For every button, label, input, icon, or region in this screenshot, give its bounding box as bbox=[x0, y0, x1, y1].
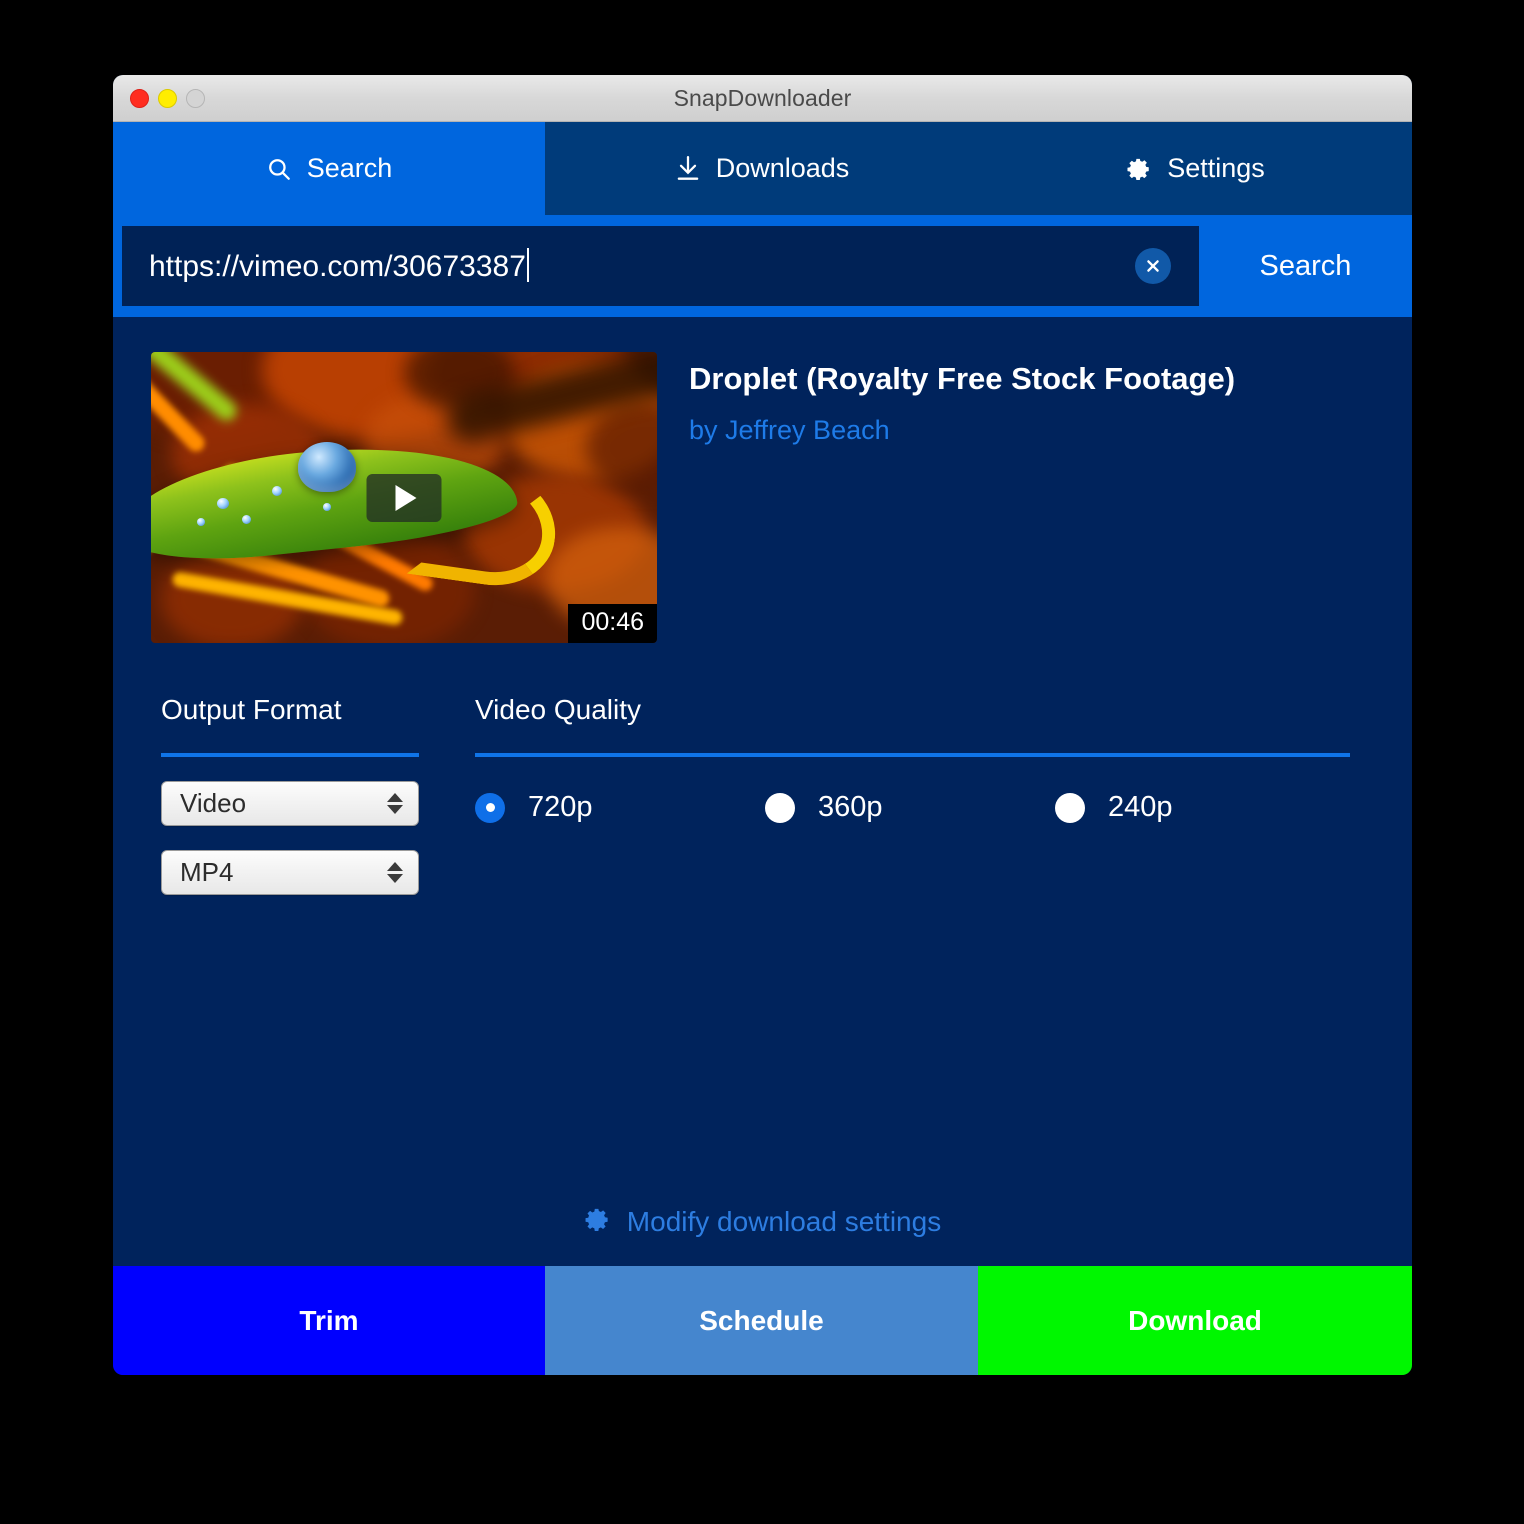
window-title: SnapDownloader bbox=[673, 84, 852, 111]
download-button[interactable]: Download bbox=[978, 1266, 1412, 1375]
radio-indicator bbox=[765, 792, 795, 823]
video-thumbnail[interactable]: 00:46 bbox=[151, 352, 657, 643]
radio-indicator bbox=[1055, 792, 1085, 823]
url-input[interactable]: https://vimeo.com/30673387 bbox=[122, 226, 1199, 306]
output-container-value: MP4 bbox=[180, 857, 234, 887]
schedule-button[interactable]: Schedule bbox=[545, 1266, 978, 1375]
radio-indicator bbox=[475, 792, 505, 823]
modify-download-settings-link[interactable]: Modify download settings bbox=[113, 1206, 1412, 1238]
search-bar: https://vimeo.com/30673387 Search bbox=[113, 215, 1412, 317]
output-format-divider bbox=[161, 753, 419, 757]
quality-label: 360p bbox=[818, 791, 883, 823]
quality-label: 240p bbox=[1108, 791, 1173, 823]
maximize-button[interactable] bbox=[186, 88, 205, 108]
close-button[interactable] bbox=[130, 88, 149, 108]
stepper-arrows-icon bbox=[387, 793, 403, 814]
tab-settings-label: Settings bbox=[1167, 153, 1265, 183]
video-author[interactable]: by Jeffrey Beach bbox=[689, 415, 1235, 446]
result-row: 00:46 Droplet (Royalty Free Stock Footag… bbox=[113, 317, 1412, 643]
search-icon bbox=[266, 156, 292, 182]
search-button[interactable]: Search bbox=[1199, 215, 1412, 317]
download-icon bbox=[675, 155, 701, 183]
quality-radio-group: 720p 360p 240p bbox=[475, 791, 1350, 824]
trim-button[interactable]: Trim bbox=[113, 1266, 545, 1375]
minimize-button[interactable] bbox=[158, 88, 177, 108]
tab-settings[interactable]: Settings bbox=[979, 122, 1412, 215]
tab-downloads-label: Downloads bbox=[715, 153, 850, 183]
window-controls bbox=[130, 88, 205, 108]
play-icon[interactable] bbox=[366, 473, 442, 522]
quality-option-360p[interactable]: 360p bbox=[765, 791, 1055, 824]
app-window: SnapDownloader Search Downloads Settings… bbox=[113, 75, 1412, 1375]
output-format-heading: Output Format bbox=[161, 694, 342, 725]
text-caret bbox=[526, 248, 529, 282]
quality-option-720p[interactable]: 720p bbox=[475, 791, 765, 824]
stepper-arrows-icon bbox=[387, 862, 403, 883]
tab-search-label: Search bbox=[306, 153, 393, 183]
gear-icon bbox=[1126, 156, 1152, 182]
tab-bar: Search Downloads Settings bbox=[113, 122, 1412, 215]
tab-search[interactable]: Search bbox=[113, 122, 545, 215]
duration-badge: 00:46 bbox=[568, 604, 657, 643]
output-container-select[interactable]: MP4 bbox=[161, 850, 419, 895]
video-quality-divider bbox=[475, 753, 1350, 757]
output-format-section: Output Format Video MP4 bbox=[161, 694, 423, 895]
url-input-value: https://vimeo.com/30673387 bbox=[149, 248, 529, 284]
options-row: Output Format Video MP4 Video Quality 72… bbox=[113, 643, 1412, 895]
title-bar: SnapDownloader bbox=[113, 75, 1412, 122]
clear-input-icon[interactable] bbox=[1135, 248, 1171, 284]
output-type-value: Video bbox=[180, 788, 247, 818]
tab-downloads[interactable]: Downloads bbox=[545, 122, 979, 215]
quality-option-240p[interactable]: 240p bbox=[1055, 791, 1173, 824]
footer-actions: Trim Schedule Download bbox=[113, 1266, 1412, 1375]
video-quality-heading: Video Quality bbox=[475, 694, 642, 725]
quality-label: 720p bbox=[528, 791, 593, 823]
video-info: Droplet (Royalty Free Stock Footage) by … bbox=[689, 352, 1235, 643]
main-content: 00:46 Droplet (Royalty Free Stock Footag… bbox=[113, 317, 1412, 1266]
gear-icon bbox=[584, 1206, 611, 1238]
video-title: Droplet (Royalty Free Stock Footage) bbox=[689, 361, 1236, 396]
modify-download-settings-label: Modify download settings bbox=[626, 1206, 942, 1237]
output-type-select[interactable]: Video bbox=[161, 781, 419, 826]
video-quality-section: Video Quality 720p 360p 240p bbox=[475, 694, 1412, 895]
water-droplet bbox=[297, 442, 356, 493]
